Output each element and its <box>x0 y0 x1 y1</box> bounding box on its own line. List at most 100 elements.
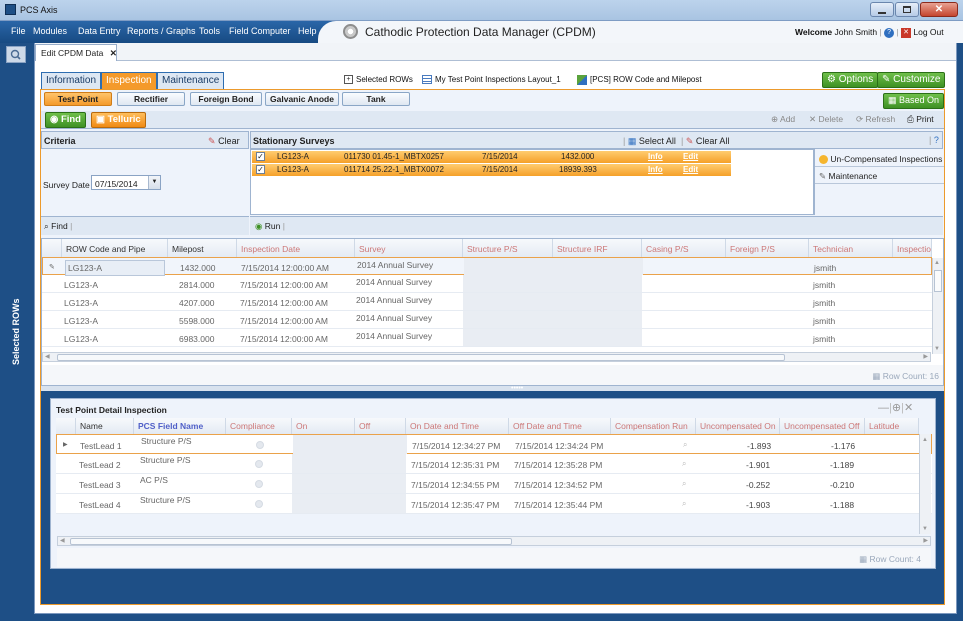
compensation-run-icon[interactable]: ⌕ <box>682 499 686 509</box>
link-row-code-milepost[interactable]: [PCS] ROW Code and Milepost <box>590 75 702 84</box>
detail-header-name[interactable]: Name <box>76 418 134 434</box>
customize-button[interactable]: ✎ Customize <box>877 72 946 88</box>
tab-maintenance[interactable]: Maintenance <box>157 72 225 89</box>
select-all-button[interactable]: | ▦ Select All <box>623 136 676 147</box>
table-row[interactable]: LG123-A 2814.000 7/15/2014 12:00:00 AM 2014… <box>42 275 932 293</box>
tab-information[interactable]: Information <box>41 72 102 89</box>
maintenance-button[interactable]: ✎ Maintenance <box>815 168 944 184</box>
survey-row[interactable]: ✓ LG123-A 011730 01.45-1_MBTX0257 7/15/2… <box>252 151 731 163</box>
table-row[interactable]: ✎ LG123-A 1432.000 7/15/2014 12:00:00 AM 201… <box>42 257 932 276</box>
scroll-up-icon[interactable]: ▲ <box>922 437 928 443</box>
survey-row-checkbox[interactable]: ✓ <box>256 165 265 174</box>
scroll-left-icon[interactable]: ◀ <box>60 537 65 544</box>
scroll-down-icon[interactable]: ▼ <box>922 526 928 532</box>
minimize-button[interactable] <box>870 2 894 17</box>
options-button[interactable]: ⚙ Options <box>822 72 879 88</box>
link-layout[interactable]: My Test Point Inspections Layout_1 <box>435 75 561 84</box>
doc-tab-close-icon[interactable]: ✕ <box>110 48 117 58</box>
scroll-right-icon[interactable]: ▶ <box>923 537 928 544</box>
grid-scroll-thumb[interactable] <box>934 270 942 292</box>
menu-reports-graphs[interactable]: Reports / Graphs <box>127 26 196 36</box>
compensation-run-icon[interactable]: ⌕ <box>682 479 686 489</box>
grid-header-structure-ps[interactable]: Structure P/S <box>463 239 553 258</box>
delete-icon[interactable]: ✕ <box>904 402 913 414</box>
print-button[interactable]: ⎙ Print <box>907 114 934 125</box>
menu-file[interactable]: File <box>11 26 26 36</box>
survey-row-edit-link[interactable]: Edit <box>683 152 698 161</box>
menu-field-computer[interactable]: Field Computer <box>229 26 291 36</box>
close-window-button[interactable]: ✕ <box>920 2 958 17</box>
chevron-down-icon[interactable]: ▼ <box>148 176 160 189</box>
detail-header-uncomp-off[interactable]: Uncompensated Off <box>780 418 865 434</box>
find-button[interactable]: ◉ Find <box>45 112 86 128</box>
minus-icon[interactable]: — <box>878 402 889 414</box>
grid-header-foreign-ps[interactable]: Foreign P/S <box>726 239 809 258</box>
table-row[interactable]: LG123-A 5598.000 7/15/2014 12:00:00 AM 2014… <box>42 311 932 329</box>
scroll-down-icon[interactable]: ▼ <box>934 346 940 352</box>
selected-rows-sidebar-label[interactable]: Selected ROWs <box>11 298 21 365</box>
survey-row-checkbox[interactable]: ✓ <box>256 152 265 161</box>
tab-inspection[interactable]: Inspection <box>101 72 157 89</box>
survey-date-picker[interactable]: 07/15/2014 ▼ <box>91 175 161 190</box>
menu-data-entry[interactable]: Data Entry <box>78 26 121 36</box>
menu-modules[interactable]: Modules <box>33 26 67 36</box>
list-item[interactable]: TestLead 2 Structure P/S 7/15/2014 12:35:3… <box>56 454 932 474</box>
subtab-rectifier[interactable]: Rectifier <box>117 92 185 106</box>
grid-header-survey[interactable]: Survey <box>355 239 463 258</box>
refresh-button[interactable]: ⟳ Refresh <box>856 114 895 125</box>
subtab-test-point[interactable]: Test Point <box>44 92 112 106</box>
detail-header-latitude[interactable]: Latitude <box>865 418 919 434</box>
logout-icon[interactable]: ✕ <box>901 27 912 38</box>
detail-header-off-date[interactable]: Off Date and Time <box>509 418 611 434</box>
list-item[interactable]: TestLead 3 AC P/S 7/15/2014 12:34:55 PM 7/1… <box>56 474 932 494</box>
detail-header-compensation-run[interactable]: Compensation Run <box>611 418 696 434</box>
menu-tools[interactable]: Tools <box>199 26 220 36</box>
detail-header-compliance[interactable]: Compliance <box>226 418 292 434</box>
survey-row[interactable]: ✓ LG123-A 011714 25.22-1_MBTX0072 7/15/2… <box>252 164 731 176</box>
telluric-button[interactable]: ▣ Telluric <box>91 112 146 128</box>
detail-header-on[interactable]: On <box>292 418 355 434</box>
subtab-tank[interactable]: Tank <box>342 92 410 106</box>
list-item[interactable]: ▶ TestLead 1 Structure P/S 7/15/2014 12:34:… <box>56 434 932 454</box>
link-selected-rows[interactable]: Selected ROWs <box>356 75 413 84</box>
grid-header-casing-ps[interactable]: Casing P/S <box>642 239 726 258</box>
survey-row-info-link[interactable]: Info <box>648 165 663 174</box>
detail-vertical-scrollbar[interactable]: ▲ ▼ <box>919 434 931 534</box>
detail-header-pcs-field[interactable]: PCS Field Name <box>134 418 226 434</box>
list-item[interactable]: TestLead 4 Structure P/S 7/15/2014 12:35:4… <box>56 494 932 514</box>
based-on-button[interactable]: ▦ Based On <box>883 93 945 109</box>
subtab-foreign-bond[interactable]: Foreign Bond <box>190 92 262 106</box>
criteria-find-button[interactable]: ⌕ Find | <box>44 221 72 232</box>
detail-header-uncomp-on[interactable]: Uncompensated On <box>696 418 780 434</box>
grid-header-inspection-date[interactable]: Inspection Date <box>237 239 355 258</box>
menu-help[interactable]: Help <box>298 26 317 36</box>
add-icon[interactable]: ⊕ <box>892 402 901 414</box>
subtab-galvanic-anode[interactable]: Galvanic Anode <box>265 92 339 106</box>
grid-header-inspection[interactable]: Inspectio <box>893 239 932 258</box>
table-row[interactable]: LG123-A 4207.000 7/15/2014 12:00:00 AM 2014… <box>42 293 932 311</box>
survey-row-info-link[interactable]: Info <box>648 152 663 161</box>
add-button[interactable]: ⊕ Add <box>771 114 795 125</box>
criteria-clear-button[interactable]: ✎ Clear <box>208 136 240 147</box>
grid-vertical-scrollbar[interactable]: ▲ ▼ <box>932 258 943 354</box>
table-row[interactable]: LG123-A 6983.000 7/15/2014 12:00:00 AM 2014… <box>42 329 932 347</box>
grid-hscroll-thumb[interactable] <box>57 354 785 361</box>
grid-header-structure-irf[interactable]: Structure IRF <box>553 239 642 258</box>
grid-header-technician[interactable]: Technician <box>809 239 893 258</box>
help-icon[interactable]: ? <box>884 27 895 38</box>
uncompensated-inspections-button[interactable]: Un-Compensated Inspections <box>815 151 944 167</box>
compensation-run-icon[interactable]: ⌕ <box>683 440 687 450</box>
sidebar-search-button[interactable] <box>6 46 26 63</box>
survey-row-edit-link[interactable]: Edit <box>683 165 698 174</box>
grid-header-row-code[interactable]: ROW Code and Pipe <box>62 239 168 258</box>
maximize-button[interactable] <box>895 2 919 17</box>
clear-all-button[interactable]: | ✎ Clear All <box>681 136 729 147</box>
grid-horizontal-scrollbar[interactable]: ◀ ▶ <box>42 352 931 362</box>
run-button[interactable]: ◉ Run | <box>255 221 285 232</box>
delete-button[interactable]: ✕ Delete <box>809 114 843 125</box>
scroll-right-icon[interactable]: ▶ <box>923 353 928 360</box>
compensation-run-icon[interactable]: ⌕ <box>682 459 686 469</box>
splitter-grip-icon[interactable]: ••••• <box>511 385 523 392</box>
detail-header-off[interactable]: Off <box>355 418 406 434</box>
scroll-left-icon[interactable]: ◀ <box>45 353 50 360</box>
